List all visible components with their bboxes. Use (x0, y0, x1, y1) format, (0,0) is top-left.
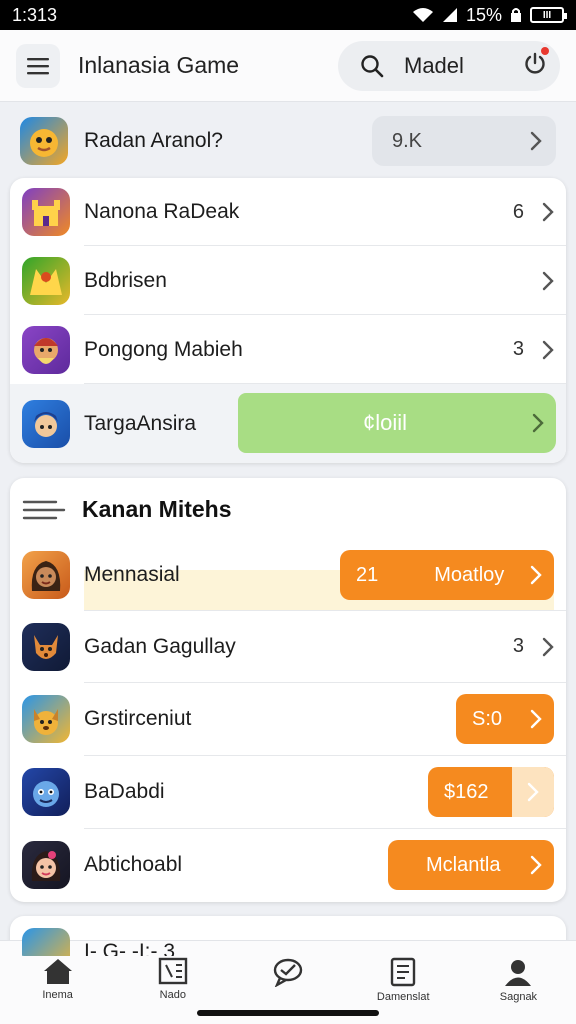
item-title: Nanona RaDeak (84, 200, 240, 223)
item-title: TargaAnsira (84, 411, 197, 435)
price-value: S:0 (472, 707, 503, 730)
game-icon-partial (22, 928, 70, 956)
nav-label: Inema (42, 989, 73, 1001)
search-text: Madel (404, 52, 464, 78)
signal-icon (442, 8, 457, 22)
item-count: 3 (512, 338, 524, 360)
item-title: Pongong Mabieh (84, 337, 243, 361)
item-title: Grstirceniut (84, 707, 192, 730)
game-icon-princess (22, 841, 70, 889)
list-item[interactable]: Bdbrisen (10, 246, 566, 315)
hamburger-icon (27, 57, 49, 74)
list-item[interactable]: Nanona RaDeak 6 (10, 178, 566, 246)
item-count: 3 (512, 635, 524, 657)
game-icon-monster (22, 768, 70, 816)
chevron-right-icon (542, 637, 554, 656)
price-button[interactable]: Mclantla (388, 840, 554, 890)
app-title: Inlanasia Game (78, 52, 240, 78)
section-title: Kanan Mitehs (82, 496, 232, 522)
section-header: Kanan Mitehs (22, 496, 232, 523)
nav-label: Sagnak (499, 991, 538, 1003)
notification-dot (541, 47, 549, 55)
document-icon (391, 957, 416, 987)
chat-icon (273, 958, 303, 987)
news-icon (158, 957, 187, 985)
lock-icon (511, 8, 521, 22)
highlight-action-button[interactable]: ¢loiil (238, 393, 556, 453)
list-item[interactable]: Grstirceniut S:0 (10, 683, 566, 755)
price-value: 21 (356, 563, 379, 586)
app-header: Inlanasia Game Madel (0, 30, 576, 102)
battery-percent: 15% (465, 4, 502, 25)
price-value: $162 (444, 780, 489, 803)
item-title: BaDabdi (84, 780, 165, 803)
list-item[interactable]: Gadan Gagullay 3 (10, 611, 566, 682)
status-bar: 1:313 15% III (0, 0, 576, 30)
list-item[interactable]: BaDabdi $162 (10, 756, 566, 828)
profile-icon (505, 960, 532, 986)
nav-label: Nado (159, 989, 186, 1001)
item-title: Mennasial (84, 563, 180, 586)
nav-label: Damenslat (376, 991, 430, 1003)
game-icon-dwarf (22, 325, 70, 374)
battery-icon: III (530, 7, 567, 23)
chevron-right-icon (530, 131, 542, 151)
chevron-right-icon (542, 340, 554, 359)
item-count: 6 (512, 200, 524, 223)
price-button[interactable]: S:0 (456, 694, 554, 744)
chevron-right-icon (542, 202, 554, 222)
game-list-card: Nanona RaDeak 6 Bdbrisen Pongong Mabieh … (10, 178, 566, 463)
price-value: Mclantla (426, 853, 501, 876)
price-button[interactable]: 21 Moatloy (340, 550, 554, 600)
power-button[interactable] (524, 47, 549, 80)
featured-row[interactable]: Radan Aranol? 9.K (0, 104, 576, 178)
item-title: I- G- -I:- 3 (84, 940, 175, 956)
game-icon-girl (22, 551, 70, 599)
chevron-right-icon (530, 855, 542, 875)
list-item[interactable]: Abtichoabl Mclantla (10, 829, 566, 901)
item-title: Bdbrisen (84, 268, 167, 292)
status-icons: 15% III (412, 4, 567, 26)
game-icon-arena (22, 256, 70, 305)
search-icon (361, 54, 384, 77)
nav-item-profile[interactable]: Sagnak (461, 941, 576, 1024)
highlight-label: ¢loiil (362, 410, 408, 435)
game-icon-warrior (22, 399, 70, 448)
item-title: Gadan Gagullay (84, 634, 236, 658)
game-icon-dog (22, 695, 70, 743)
home-indicator[interactable] (197, 1010, 379, 1016)
list-item[interactable]: Pongong Mabieh 3 (10, 315, 566, 384)
chevron-right-icon (532, 413, 544, 433)
chevron-right-icon (527, 782, 539, 802)
chevron-right-icon (530, 709, 542, 729)
item-title: Abtichoabl (84, 853, 183, 876)
section-card: Kanan Mitehs Mennasial 21 Moatloy Gadan … (10, 478, 566, 902)
game-icon-fox (22, 622, 70, 671)
list-lines-icon (22, 500, 66, 519)
price-button-tail (512, 767, 554, 817)
featured-count-button[interactable]: 9.K (372, 116, 556, 166)
menu-button[interactable] (16, 43, 60, 88)
game-icon-bird (20, 117, 68, 165)
price-button[interactable]: $162 (428, 767, 554, 817)
wifi-icon (412, 8, 433, 22)
chevron-right-icon (542, 271, 554, 290)
featured-name: Radan Aranol? (84, 129, 223, 152)
status-time: 1:313 (12, 4, 58, 25)
chevron-right-icon (530, 565, 542, 585)
search-bar[interactable]: Madel (338, 40, 560, 91)
price-action: Moatloy (434, 563, 505, 586)
featured-count: 9.K (392, 129, 423, 152)
game-icon-castle (22, 188, 70, 236)
home-icon (43, 959, 72, 984)
